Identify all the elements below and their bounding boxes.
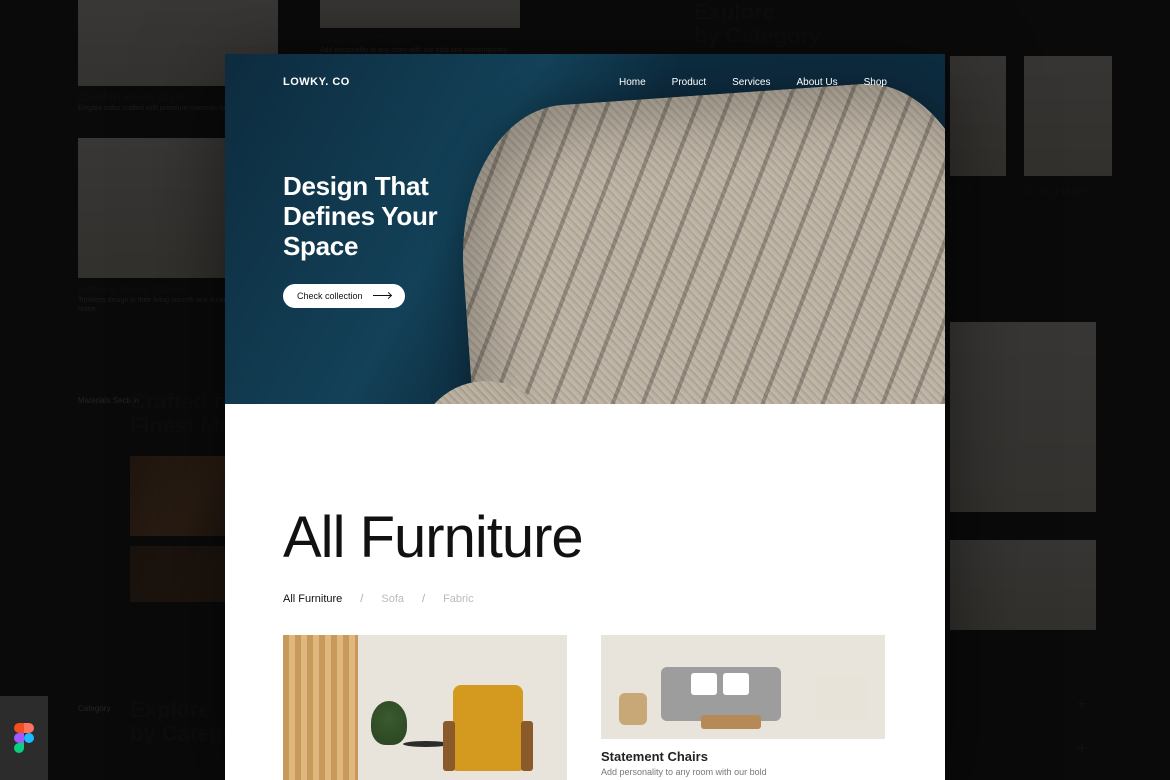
stump-decor — [619, 693, 647, 725]
hero-title-l1: Design That — [283, 172, 437, 202]
nav-about[interactable]: About Us — [797, 77, 838, 88]
main-window: LOWKY. CO Home Product Services About Us… — [225, 54, 945, 780]
chair-decor — [453, 685, 523, 771]
bg-card-title: Statement Chairs — [320, 34, 520, 46]
cta-label: Check collection — [297, 291, 363, 301]
product-image — [283, 635, 567, 780]
filter-breadcrumb: All Furniture / Sofa / Fabric — [283, 593, 887, 605]
product-desc: Add personality to any room with our bol… — [601, 766, 885, 780]
product-image — [601, 635, 885, 739]
check-collection-button[interactable]: Check collection — [283, 284, 405, 308]
crumb-separator: / — [422, 593, 425, 605]
bg-explore-r-l1: Explore — [694, 0, 821, 24]
hero-text: Design That Defines Your Space Check col… — [283, 172, 437, 308]
plus-icon: + — [1072, 738, 1092, 758]
hero-product-image — [452, 76, 945, 404]
figma-badge[interactable] — [0, 696, 48, 780]
main-nav: Home Product Services About Us Shop — [619, 77, 887, 88]
coffee-table-decor — [701, 715, 761, 729]
product-card[interactable] — [283, 635, 567, 780]
nav-shop[interactable]: Shop — [864, 77, 887, 88]
bg-card-image — [320, 0, 520, 28]
bg-category-label: Category — [78, 704, 110, 713]
bg-category-label: Dining table — [1024, 184, 1112, 198]
sofa-decor — [661, 667, 781, 721]
hero-title-l3: Space — [283, 232, 437, 262]
plant-decor — [371, 701, 407, 745]
crumb-all[interactable]: All Furniture — [283, 593, 342, 605]
brand-logo[interactable]: LOWKY. CO — [283, 76, 350, 88]
product-card[interactable]: Statement Chairs Add personality to any … — [601, 635, 885, 780]
bg-category-rack: rack — [950, 56, 1006, 198]
crumb-sofa[interactable]: Sofa — [381, 593, 404, 605]
bg-category-label: rack — [950, 184, 1006, 198]
bg-category-image — [1024, 56, 1112, 176]
figma-icon — [14, 723, 34, 753]
crumb-separator: / — [360, 593, 363, 605]
plus-icon: + — [1072, 694, 1092, 714]
nav-services[interactable]: Services — [732, 77, 770, 88]
hero-title: Design That Defines Your Space — [283, 172, 437, 262]
topbar: LOWKY. CO Home Product Services About Us… — [225, 54, 945, 88]
bg-right-image-1 — [950, 322, 1096, 512]
product-desc-l1: Add personality to any room with our bol… — [601, 767, 767, 777]
hero-title-l2: Defines Your — [283, 202, 437, 232]
hero-section: LOWKY. CO Home Product Services About Us… — [225, 54, 945, 404]
section-title: All Furniture — [283, 504, 887, 571]
nav-home[interactable]: Home — [619, 77, 646, 88]
bg-explore-r-l2: by Category — [694, 24, 821, 48]
crumb-fabric[interactable]: Fabric — [443, 593, 474, 605]
bg-category-dining: Dining table — [1024, 56, 1112, 198]
product-grid: Statement Chairs Add personality to any … — [283, 635, 887, 780]
nav-product[interactable]: Product — [672, 77, 706, 88]
arrow-right-icon — [373, 295, 391, 296]
product-title: Statement Chairs — [601, 749, 885, 764]
content-section: All Furniture All Furniture / Sofa / Fab… — [225, 404, 945, 780]
bg-category-image — [950, 56, 1006, 176]
bg-explore-right: Explore by Category — [694, 0, 821, 48]
armchair-decor — [815, 675, 867, 721]
bg-right-image-2 — [950, 540, 1096, 630]
